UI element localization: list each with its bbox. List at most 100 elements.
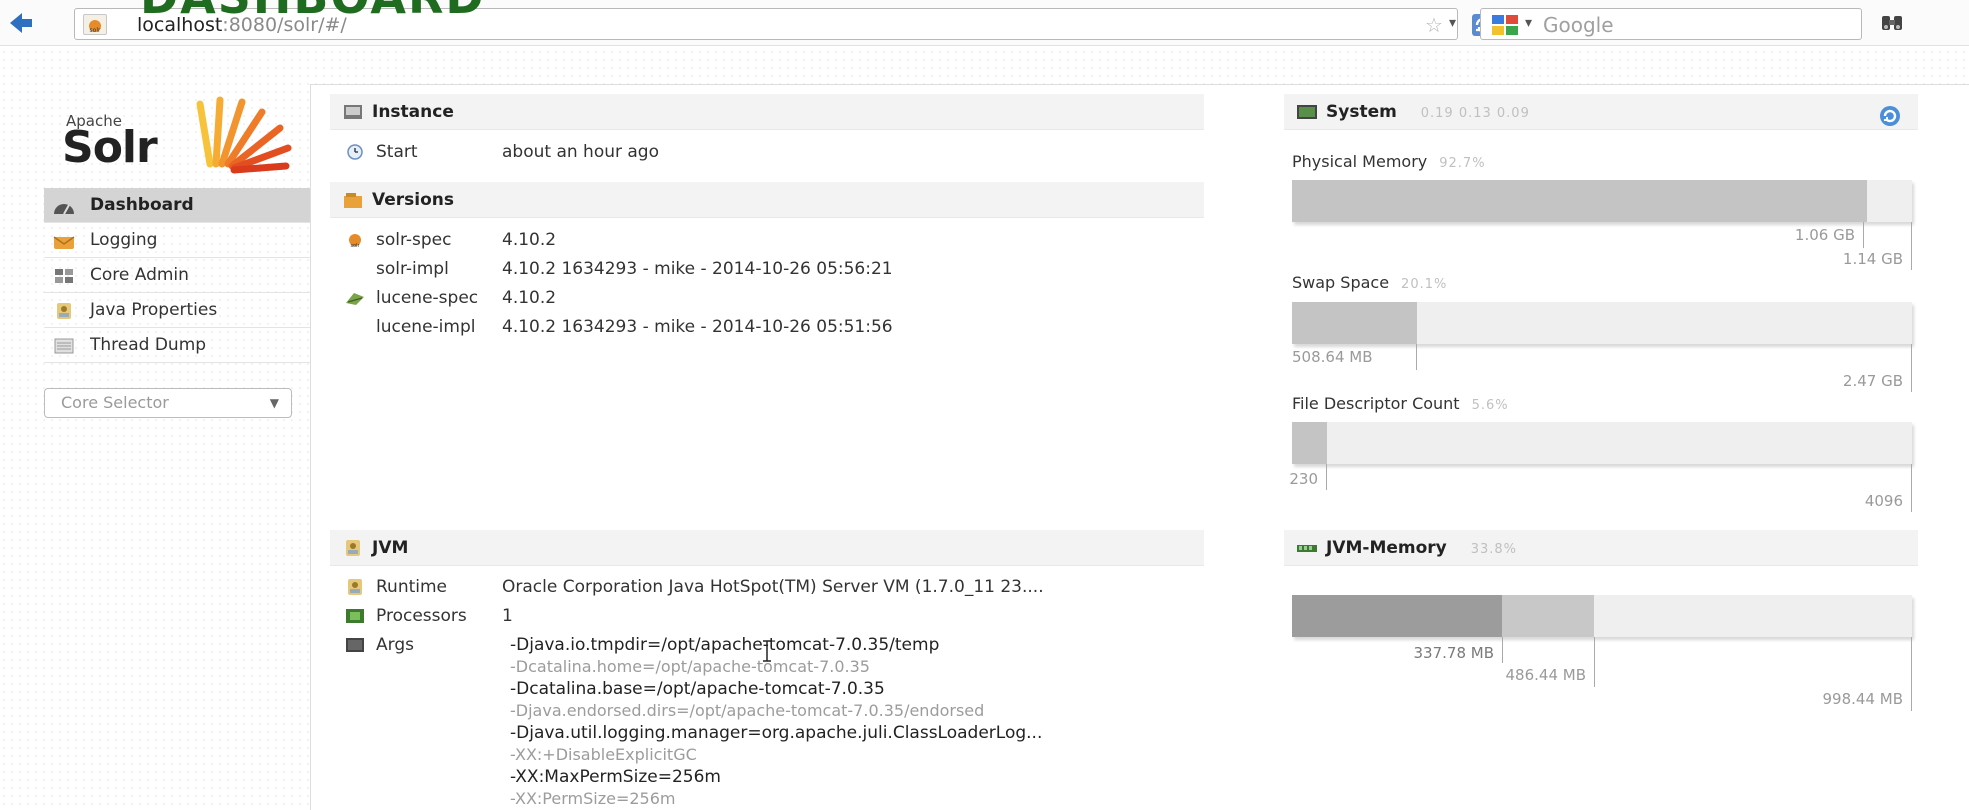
svg-text:solr: solr (90, 27, 101, 34)
java-properties-icon (57, 303, 71, 319)
jvm-memory-used-tick (1502, 637, 1503, 663)
jvm-memory-bar (1292, 595, 1912, 637)
history-dropdown-icon[interactable]: ▾ (1449, 15, 1456, 31)
google-engine-icon[interactable] (1491, 14, 1519, 36)
system-header: System 0.19 0.13 0.09 (1284, 94, 1918, 130)
jvm-arg: -Dcatalina.home=/opt/apache-tomcat-7.0.3… (510, 657, 870, 676)
physical-memory-total-tick (1911, 222, 1912, 270)
version-value: 4.10.2 1634293 - mike - 2014-10-26 05:51… (502, 317, 893, 337)
thread-dump-icon (54, 338, 74, 354)
args-label: Args (376, 635, 414, 655)
runtime-label: Runtime (376, 577, 448, 597)
versions-title: Versions (372, 190, 454, 210)
sidebar-item-label: Java Properties (90, 300, 218, 320)
file-descriptor-fill (1292, 422, 1327, 464)
sidebar-item-label: Dashboard (90, 195, 194, 215)
swap-space-used-tick (1416, 344, 1417, 370)
file-descriptor-total-tick (1911, 464, 1912, 512)
bookmark-star-icon[interactable]: ☆ (1425, 13, 1443, 37)
physical-memory-used-tick (1863, 222, 1864, 248)
start-value: about an hour ago (502, 142, 660, 162)
search-engine-dropdown-icon[interactable]: ▾ (1525, 15, 1532, 31)
jvm-icon (346, 540, 360, 556)
version-row: solr solr-spec 4.10.2 (334, 227, 1204, 253)
physical-memory-fill (1292, 180, 1867, 222)
instance-title: Instance (372, 102, 454, 122)
file-descriptor-used-tick (1326, 464, 1327, 490)
system-monitor-icon (1297, 105, 1317, 119)
jvm-arg: -Djava.util.logging.manager=org.apache.j… (510, 723, 1043, 743)
chevron-down-icon: ▼ (269, 396, 279, 410)
sidebar-item-dashboard[interactable]: Dashboard (44, 188, 310, 223)
sidebar-item-label: Core Admin (90, 265, 189, 285)
physical-memory-bar (1292, 180, 1912, 222)
version-label: lucene-spec (376, 288, 479, 308)
physical-memory-label: Physical Memory 92.7% (1292, 152, 1486, 171)
binoculars-icon[interactable] (1880, 12, 1904, 34)
system-title: System (1326, 102, 1397, 122)
back-arrow-icon[interactable] (8, 10, 34, 36)
refresh-icon[interactable] (1878, 104, 1902, 128)
processors-value: 1 (502, 606, 513, 626)
file-descriptor-total: 4096 (1864, 492, 1903, 510)
start-label: Start (376, 142, 418, 162)
core-selector-dropdown[interactable]: Core Selector ▼ (44, 388, 292, 418)
jvm-header: JVM (330, 530, 1204, 566)
instance-start-row: Start about an hour ago (334, 139, 1204, 165)
versions-header: Versions (330, 182, 1204, 218)
sidebar-item-core-admin[interactable]: Core Admin (44, 258, 310, 293)
swap-space-percent: 20.1% (1401, 277, 1448, 292)
file-descriptor-percent: 5.6% (1471, 398, 1509, 413)
sidebar-nav: Dashboard Logging Core Admin Java Proper… (44, 188, 310, 418)
text-cursor-icon (763, 640, 771, 662)
sidebar-item-label: Thread Dump (90, 335, 207, 355)
jvm-memory-max-tick (1911, 637, 1912, 711)
physical-memory-total: 1.14 GB (1842, 250, 1903, 268)
version-label: lucene-impl (376, 317, 476, 337)
file-descriptor-used: 230 (1289, 470, 1318, 488)
jvm-memory-percent: 33.8% (1470, 542, 1517, 557)
instance-header: Instance (330, 94, 1204, 130)
version-value: 4.10.2 (502, 288, 557, 308)
version-value: 4.10.2 1634293 - mike - 2014-10-26 05:56… (502, 259, 893, 279)
search-input[interactable]: Google (1543, 13, 1614, 37)
jvm-title: JVM (372, 538, 409, 558)
jvm-memory-used-fill (1292, 595, 1502, 637)
jvm-memory-committed-tick (1594, 637, 1595, 687)
processors-label: Processors (376, 606, 467, 626)
instance-icon (344, 105, 362, 119)
version-row: lucene-impl 4.10.2 1634293 - mike - 2014… (334, 314, 1204, 340)
logo-solr-text: Solr (62, 122, 158, 173)
solr-favicon-icon: solr (83, 14, 107, 35)
sidebar-item-thread-dump[interactable]: Thread Dump (44, 328, 310, 363)
version-row: solr-impl 4.10.2 1634293 - mike - 2014-1… (334, 256, 1204, 282)
jvm-memory-used: 337.78 MB (1413, 644, 1495, 662)
physical-memory-percent: 92.7% (1439, 156, 1486, 171)
overlay-title: DASHBOARD (140, 0, 486, 24)
solr-sunburst-icon (196, 96, 292, 174)
swap-space-label: Swap Space 20.1% (1292, 273, 1447, 292)
search-bar[interactable]: ▾ Google (1480, 8, 1862, 40)
solr-logo[interactable]: Apache Solr (62, 94, 292, 174)
sidebar-item-logging[interactable]: Logging (44, 223, 310, 258)
screen: solr localhost:8080/solr/#/ ☆ ▾ ▾ Google (0, 0, 1969, 810)
jvm-processors-row: Processors 1 (334, 603, 1204, 629)
swap-space-bar (1292, 302, 1912, 344)
version-label: solr-spec (376, 230, 452, 250)
physical-memory-used: 1.06 GB (1794, 226, 1855, 244)
core-selector-label: Core Selector (61, 393, 169, 412)
version-label: solr-impl (376, 259, 449, 279)
sidebar-item-java-properties[interactable]: Java Properties (44, 293, 310, 328)
swap-space-title: Swap Space (1292, 273, 1390, 292)
jvm-runtime-row: Runtime Oracle Corporation Java HotSpot(… (334, 574, 1204, 600)
swap-space-fill (1292, 302, 1417, 344)
jvm-arg: -XX:MaxPermSize=256m (510, 767, 721, 787)
jvm-arg: -Dcatalina.base=/opt/apache-tomcat-7.0.3… (510, 679, 885, 699)
jvm-arg: -XX:PermSize=256m (510, 789, 676, 808)
jvm-memory-max: 998.44 MB (1822, 690, 1904, 708)
versions-icon (344, 193, 362, 208)
file-descriptor-bar (1292, 422, 1912, 464)
file-descriptor-label: File Descriptor Count 5.6% (1292, 394, 1509, 413)
jvm-memory-committed: 486.44 MB (1505, 666, 1587, 684)
swap-space-used: 508.64 MB (1292, 348, 1373, 366)
